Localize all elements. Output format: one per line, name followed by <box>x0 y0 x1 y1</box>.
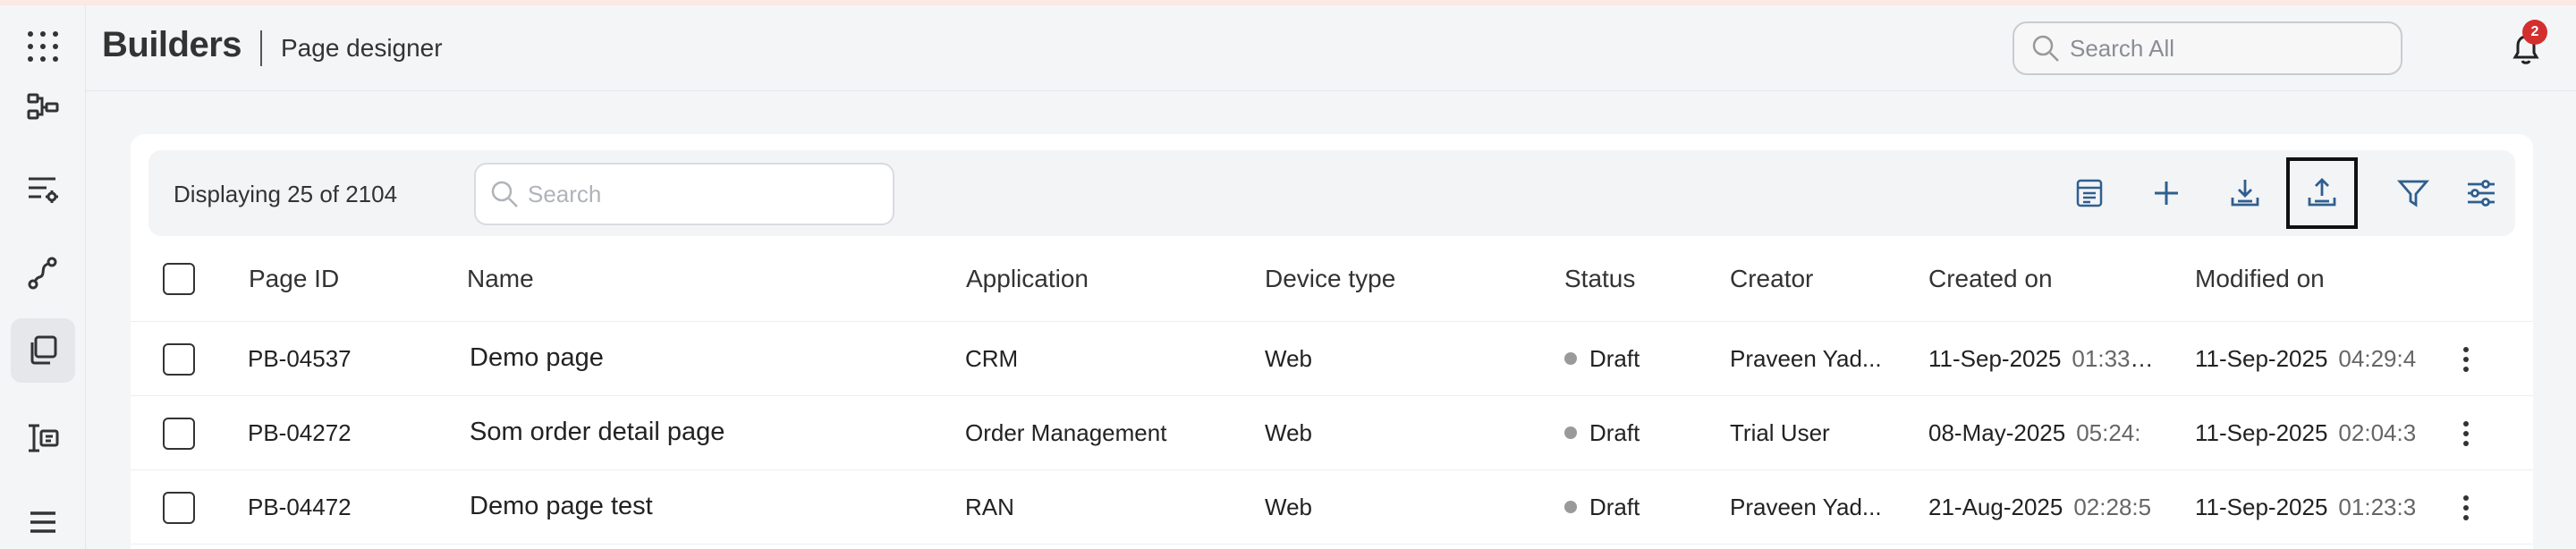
workflow-icon[interactable] <box>11 241 75 306</box>
application: CRM <box>965 345 1019 372</box>
modified-date: 11-Sep-2025 <box>2195 419 2328 446</box>
created-time: 05:24: <box>2076 419 2141 446</box>
col-modified-on[interactable]: Modified on <box>2195 265 2325 293</box>
breadcrumb: Page designer <box>281 34 443 62</box>
col-created-on[interactable]: Created on <box>1928 265 2053 293</box>
modified-date: 11-Sep-2025 <box>2195 494 2328 520</box>
row-checkbox[interactable] <box>163 418 195 450</box>
add-icon[interactable] <box>2131 157 2202 229</box>
status-text: Draft <box>1589 494 1640 520</box>
more-options-icon[interactable] <box>2448 342 2484 377</box>
created-on: 11-Sep-2025 01:33:44 <box>1928 345 2157 373</box>
list-toolbar: Displaying 25 of 2104 <box>148 150 2515 236</box>
col-device-type[interactable]: Device type <box>1265 265 1395 293</box>
page-id: PB-04537 <box>248 345 352 372</box>
creator: Trial User <box>1730 419 1830 446</box>
created-time: 01:33:44 <box>2072 345 2157 372</box>
col-creator[interactable]: Creator <box>1730 265 1813 293</box>
table-row[interactable]: PB-04537 Demo page CRM Web Draft Praveen… <box>131 322 2533 396</box>
created-date: 21-Aug-2025 <box>1928 494 2063 520</box>
filter-icon[interactable] <box>2377 157 2449 229</box>
modified-date: 11-Sep-2025 <box>2195 345 2328 372</box>
modified-on: 11-Sep-2025 04:29:4 <box>2195 345 2417 373</box>
device-type: Web <box>1265 494 1312 520</box>
select-all-checkbox[interactable] <box>163 263 195 295</box>
page-name-link[interactable]: Som order detail page <box>470 418 724 447</box>
table-header: Page ID Name Application Device type Sta… <box>131 238 2533 322</box>
app-header: Builders Page designer 2 <box>86 5 2576 91</box>
upload-icon[interactable] <box>2286 157 2358 229</box>
modified-time: 02:04:3 <box>2338 419 2417 446</box>
status-dot <box>1564 427 1577 440</box>
creator: Praveen Yad... <box>1730 494 1882 520</box>
application: Order Management <box>965 419 1167 446</box>
pages-list-card: Displaying 25 of 2104 Page ID Name Appli… <box>131 134 2533 549</box>
list-search-box[interactable] <box>474 163 894 225</box>
status-badge: Draft <box>1564 419 1640 447</box>
hierarchy-icon[interactable] <box>11 75 75 139</box>
created-on: 08-May-2025 05:24: <box>1928 419 2157 447</box>
modified-time: 04:29:4 <box>2338 345 2417 372</box>
created-time: 02:28:5 <box>2073 494 2152 520</box>
more-options-icon[interactable] <box>2448 416 2484 452</box>
status-text: Draft <box>1589 419 1640 446</box>
application: RAN <box>965 494 1014 520</box>
created-on: 21-Aug-2025 02:28:5 <box>1928 494 2157 521</box>
page-id: PB-04472 <box>248 494 352 520</box>
settings-sliders-icon[interactable] <box>2445 157 2517 229</box>
page-name-link[interactable]: Demo page test <box>470 492 653 521</box>
device-type: Web <box>1265 419 1312 446</box>
col-application[interactable]: Application <box>966 265 1089 293</box>
apps-grid-icon[interactable] <box>11 14 75 79</box>
modified-on: 11-Sep-2025 02:04:3 <box>2195 419 2417 447</box>
row-checkbox[interactable] <box>163 492 195 524</box>
modified-time: 01:23:3 <box>2338 494 2417 520</box>
device-type: Web <box>1265 345 1312 372</box>
row-checkbox[interactable] <box>163 343 195 376</box>
col-page-id[interactable]: Page ID <box>249 265 339 293</box>
search-icon <box>491 181 518 207</box>
status-text: Draft <box>1589 345 1640 372</box>
creator: Praveen Yad... <box>1730 345 1882 372</box>
table-row[interactable]: PB-04272 Som order detail page Order Man… <box>131 396 2533 470</box>
title-divider <box>260 30 262 66</box>
status-dot <box>1564 501 1577 514</box>
col-status[interactable]: Status <box>1564 265 1635 293</box>
global-search-input[interactable] <box>2070 34 2392 63</box>
page-id: PB-04272 <box>248 419 352 446</box>
status-dot <box>1564 352 1577 366</box>
copy-pages-icon[interactable] <box>11 318 75 383</box>
more-options-icon[interactable] <box>2448 490 2484 526</box>
display-count: Displaying 25 of 2104 <box>174 181 398 207</box>
layout-icon[interactable] <box>2054 157 2125 229</box>
notification-badge: 2 <box>2522 20 2547 45</box>
search-icon <box>2032 35 2059 62</box>
table-row[interactable]: PB-04472 Demo page test RAN Web Draft Pr… <box>131 470 2533 545</box>
created-date: 08-May-2025 <box>1928 419 2066 446</box>
list-search-input[interactable] <box>528 180 886 208</box>
download-icon[interactable] <box>2209 157 2281 229</box>
status-badge: Draft <box>1564 494 1640 521</box>
menu-icon[interactable] <box>11 490 75 549</box>
global-search-box[interactable] <box>2012 21 2402 75</box>
page-name-link[interactable]: Demo page <box>470 343 604 373</box>
modified-on: 11-Sep-2025 01:23:3 <box>2195 494 2417 521</box>
col-name[interactable]: Name <box>467 265 534 293</box>
sidebar <box>0 5 86 549</box>
brand-title[interactable]: Builders <box>102 25 242 65</box>
status-badge: Draft <box>1564 345 1640 373</box>
created-date: 11-Sep-2025 <box>1928 345 2062 372</box>
text-form-icon[interactable] <box>11 406 75 470</box>
list-settings-icon[interactable] <box>11 157 75 222</box>
